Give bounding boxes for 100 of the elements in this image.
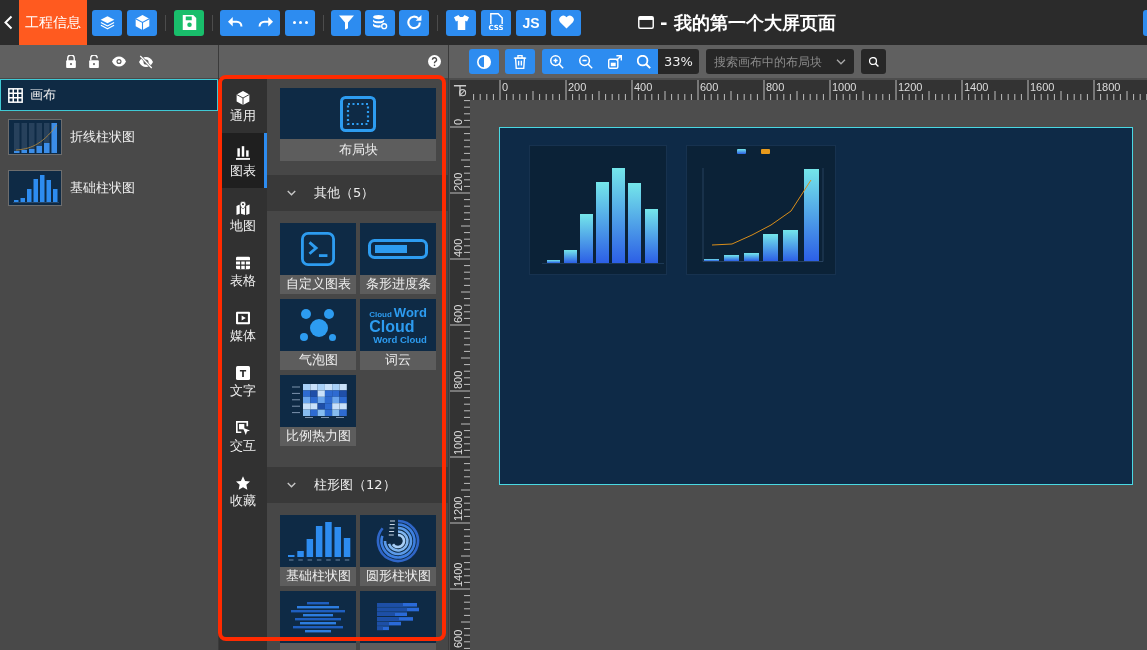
text-icon [236, 366, 250, 380]
lock-icon[interactable] [65, 55, 76, 68]
tile-preview[interactable] [280, 88, 436, 139]
ruler-label: 1800 [1096, 81, 1121, 93]
contrast-button[interactable] [469, 49, 499, 74]
ruler-label: 600 [700, 81, 719, 93]
search-icon [636, 54, 651, 69]
layer-item[interactable]: 折线柱状图 [0, 119, 218, 155]
heart-button[interactable] [551, 9, 581, 36]
legend-swatch-icon [761, 149, 770, 154]
toolbar-button[interactable] [1143, 9, 1147, 36]
ruler-label: 200 [452, 172, 464, 191]
word-cloud-word: Cloud [369, 310, 392, 319]
chevron-down-icon [836, 58, 846, 65]
shirt-button[interactable] [446, 9, 476, 36]
line-bar-chart-widget[interactable] [686, 145, 836, 275]
cube-icon [134, 15, 150, 30]
filter-icon [338, 15, 354, 30]
bar [724, 255, 739, 261]
ruler-label: 600 [452, 304, 464, 323]
tile-preview[interactable] [280, 375, 356, 427]
category-tab[interactable]: 地图 [219, 188, 267, 243]
section-header[interactable]: 柱形图（12） [267, 467, 448, 503]
section-header[interactable]: 其他（5） [267, 175, 448, 211]
tile-label[interactable]: 气泡图 [280, 351, 356, 370]
terminal-icon [301, 232, 335, 266]
tile-preview[interactable] [280, 223, 356, 275]
tile-preview[interactable] [280, 299, 356, 351]
progress-bar-icon [368, 239, 428, 259]
tile-label[interactable]: 布局块 [280, 139, 436, 161]
tile-label[interactable]: 词云 [360, 351, 436, 370]
heart-icon [558, 15, 574, 30]
cursor-icon [236, 421, 250, 435]
bar [763, 234, 778, 261]
ruler-guide-icon[interactable] [453, 83, 467, 97]
ruler-label: 400 [634, 81, 653, 93]
ruler-label: 400 [452, 238, 464, 257]
bar [580, 214, 593, 263]
bar-chart-widget[interactable] [529, 145, 667, 275]
ruler-label: 1200 [452, 496, 464, 521]
search-zoom-button[interactable] [629, 49, 658, 74]
more-button[interactable] [285, 9, 315, 36]
tile-preview[interactable] [280, 515, 356, 567]
eye-off-icon[interactable] [138, 54, 153, 69]
trash-button[interactable] [505, 49, 535, 74]
tile-label[interactable]: 自定义图表 [280, 275, 356, 294]
bar [744, 253, 759, 261]
category-tab[interactable]: 表格 [219, 243, 267, 298]
layer-item[interactable]: 画布 [0, 79, 218, 111]
tile-label[interactable]: 条形进度条 [360, 275, 436, 294]
search-select[interactable]: 搜索画布中的布局块 [706, 49, 854, 74]
redo-button[interactable] [250, 9, 280, 36]
tile-preview[interactable] [360, 515, 436, 567]
category-tab[interactable]: 文字 [219, 353, 267, 408]
star-icon [236, 476, 250, 490]
tile-label[interactable]: 基础柱状图 [280, 567, 356, 586]
database-icon [372, 15, 388, 30]
ruler-label: 200 [568, 81, 587, 93]
layers-button[interactable] [92, 9, 122, 36]
zoom-level: 33% [658, 49, 699, 74]
category-tab[interactable]: 收藏 [219, 463, 267, 518]
undo-button[interactable] [220, 9, 250, 36]
bar-chart-icon [236, 146, 250, 160]
category-tab[interactable]: 媒体 [219, 298, 267, 353]
tile-label[interactable]: 圆形柱状图 [360, 567, 436, 586]
category-tab[interactable]: 通用 [219, 78, 267, 133]
cube-button[interactable] [127, 9, 157, 36]
back-icon[interactable] [4, 15, 13, 30]
ruler-label: 800 [766, 81, 785, 93]
tile-preview[interactable] [360, 223, 436, 275]
save-button[interactable] [174, 9, 204, 36]
horizontal-bar-chart-drawing [377, 603, 419, 631]
save-icon [181, 15, 197, 30]
database-button[interactable] [365, 9, 395, 36]
zoom-in-button[interactable] [542, 49, 571, 74]
tile-preview[interactable] [360, 591, 436, 643]
legend-swatch-icon [737, 149, 746, 154]
unlock-icon[interactable] [88, 55, 99, 68]
category-tab[interactable]: 图表 [219, 133, 267, 188]
line-bar-chart-drawing [8, 119, 62, 155]
table-icon [236, 256, 250, 270]
search-button[interactable] [861, 49, 886, 74]
help-icon[interactable] [428, 55, 441, 68]
shirt-icon [453, 15, 469, 30]
tile-preview[interactable] [280, 591, 356, 643]
ruler-label: 800 [452, 370, 464, 389]
layer-item[interactable]: 基础柱状图 [0, 170, 218, 206]
play-icon [236, 311, 250, 325]
category-tab[interactable]: 交互 [219, 408, 267, 463]
word-cloud-word: Cloud [369, 318, 415, 335]
tile-label[interactable]: 比例热力图 [280, 427, 356, 446]
map-pin-icon [236, 201, 250, 215]
bar-chart-drawing [8, 170, 62, 206]
eye-icon[interactable] [111, 55, 126, 68]
tile-preview[interactable]: Cloud Word Cloud Word Cloud [360, 299, 436, 351]
filter-button[interactable] [331, 9, 361, 36]
refresh-button[interactable] [399, 9, 429, 36]
word-cloud-word: Word Cloud [373, 334, 427, 345]
ruler-label: 1400 [452, 562, 464, 587]
centered-bar-chart-drawing [291, 601, 345, 633]
